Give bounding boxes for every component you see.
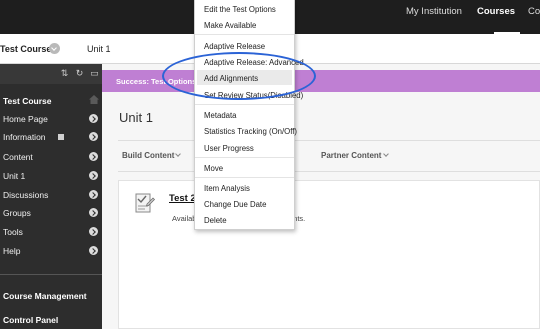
sidebar-toolbar: ⇅ ↻ ▭ [0, 64, 102, 84]
sidebar-item-groups[interactable]: Groups [3, 208, 31, 218]
action-bar-top-border [118, 140, 540, 141]
sort-icon[interactable]: ⇅ [60, 69, 69, 78]
course-management-heading: Course Management [3, 291, 87, 301]
build-content-button[interactable]: Build Content [122, 151, 174, 160]
chevron-down-icon[interactable] [383, 151, 389, 157]
action-bar-bottom-border [118, 171, 540, 172]
menu-item-item-analysis[interactable]: Item Analysis [204, 184, 250, 193]
home-icon [89, 95, 99, 104]
sidebar-item-discussions[interactable]: Discussions [3, 190, 48, 200]
content-item-description: Availab [172, 214, 197, 223]
menu-separator [195, 34, 294, 35]
chevron-right-icon[interactable] [89, 152, 98, 161]
menu-item-move[interactable]: Move [204, 164, 223, 173]
content-item-title[interactable]: Test 2 [169, 193, 196, 204]
sidebar-item-tools[interactable]: Tools [3, 227, 23, 237]
sidebar-course-title[interactable]: Test Course [3, 96, 52, 106]
menu-item-change-due-date[interactable]: Change Due Date [204, 200, 266, 209]
chevron-right-icon[interactable] [89, 114, 98, 123]
chevron-right-icon[interactable] [89, 190, 98, 199]
breadcrumb-current: Unit 1 [87, 44, 111, 54]
chevron-right-icon[interactable] [89, 246, 98, 255]
chevron-right-icon[interactable] [89, 171, 98, 180]
refresh-icon[interactable]: ↻ [75, 69, 84, 78]
chevron-right-icon[interactable] [89, 227, 98, 236]
control-panel-heading[interactable]: Control Panel [3, 315, 58, 325]
chevron-right-icon[interactable] [89, 208, 98, 217]
menu-separator [195, 104, 294, 105]
nav-courses[interactable]: Courses [477, 0, 515, 34]
sidebar-item-unit-1[interactable]: Unit 1 [3, 171, 25, 181]
folder-icon[interactable]: ▭ [90, 69, 99, 78]
sidebar-item-information[interactable]: Information [3, 132, 46, 142]
nav-my-institution[interactable]: My Institution [406, 0, 462, 34]
page-title: Unit 1 [119, 110, 153, 125]
test-icon [135, 193, 155, 213]
sidebar-item-content[interactable]: Content [3, 152, 33, 162]
menu-item-adaptive-release[interactable]: Adaptive Release [204, 42, 265, 51]
annotation-ellipse [162, 52, 316, 100]
item-options-menu: Edit the Test Options Make Available Ada… [194, 0, 304, 230]
nav-community[interactable]: Co [528, 0, 540, 34]
menu-item-statistics-tracking[interactable]: Statistics Tracking (On/Off) [204, 127, 297, 136]
chevron-right-icon[interactable] [89, 132, 98, 141]
sidebar-item-help[interactable]: Help [3, 246, 20, 256]
menu-item-make-available[interactable]: Make Available [204, 21, 256, 30]
breadcrumb-course[interactable]: Test Course [0, 44, 51, 54]
chevron-down-icon[interactable] [49, 43, 60, 54]
sidebar-item-home-page[interactable]: Home Page [3, 114, 48, 124]
sidebar-divider [0, 274, 102, 275]
partner-content-button[interactable]: Partner Content [321, 151, 381, 160]
menu-separator [195, 177, 294, 178]
menu-separator [195, 157, 294, 158]
menu-item-delete[interactable]: Delete [204, 216, 227, 225]
menu-item-edit-test-options[interactable]: Edit the Test Options [204, 5, 276, 14]
menu-item-metadata[interactable]: Metadata [204, 111, 237, 120]
menu-item-user-progress[interactable]: User Progress [204, 144, 254, 153]
chevron-down-icon[interactable] [175, 151, 181, 157]
page-icon [58, 134, 64, 140]
course-menu-sidebar: ⇅ ↻ ▭ Test Course Home Page Information … [0, 64, 102, 329]
